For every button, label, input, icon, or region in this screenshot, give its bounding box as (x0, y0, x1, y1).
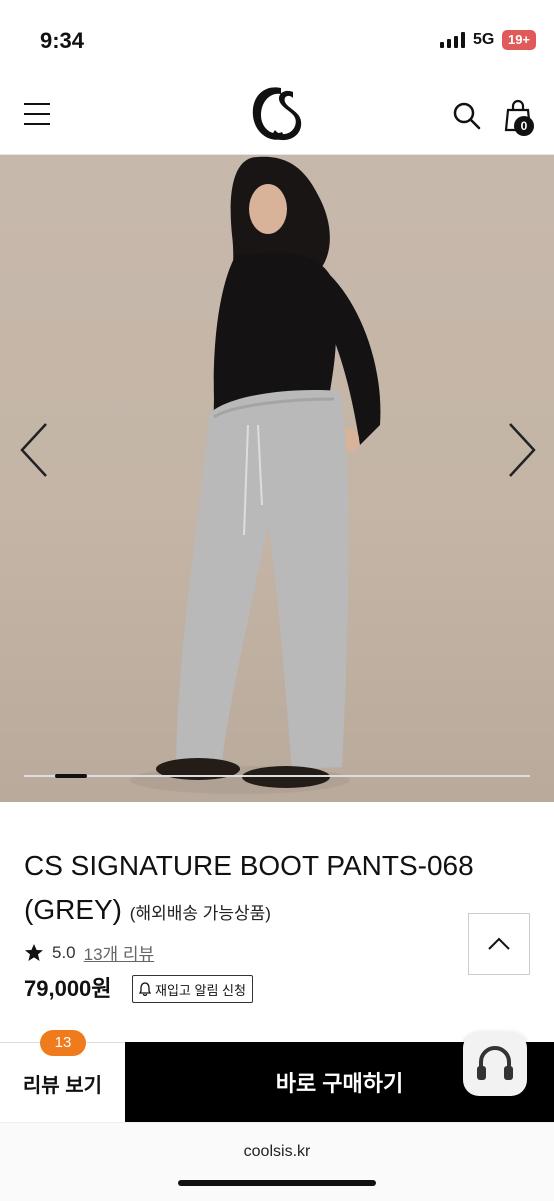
cs-logo[interactable] (245, 82, 307, 146)
product-title-line2: (GREY) (24, 894, 122, 925)
rating-row: 5.0 13개 리뷰 (24, 940, 154, 965)
restock-alert-label: 재입고 알림 신청 (155, 982, 246, 998)
battery-icon: 19+ (502, 30, 536, 50)
gallery-progress-track (24, 775, 530, 777)
review-view-label: 리뷰 보기 (22, 1074, 103, 1097)
cart-count-badge: 0 (514, 116, 534, 136)
status-time: 9:34 (40, 28, 85, 53)
rating-value: 5.0 (52, 942, 76, 962)
chevron-left-icon[interactable] (16, 420, 56, 480)
customer-support-button[interactable] (463, 1032, 527, 1096)
network-label: 5G (473, 31, 495, 48)
url-text: coolsis.kr (243, 1143, 311, 1160)
chevron-right-icon[interactable] (500, 420, 540, 480)
reviews-link[interactable]: 13개 리뷰 (84, 940, 155, 965)
shipping-note: (해외배송 가능상품) (129, 904, 271, 923)
bell-icon (139, 982, 151, 996)
scroll-to-top-button[interactable] (468, 913, 530, 975)
signal-icon (440, 32, 465, 48)
hamburger-menu-icon[interactable] (24, 103, 50, 125)
search-icon[interactable] (452, 101, 482, 131)
buy-now-label: 바로 구매하기 (275, 1071, 404, 1096)
model-photo (130, 156, 381, 794)
star-icon (25, 943, 43, 961)
product-image[interactable] (0, 155, 554, 802)
gallery-progress-indicator (55, 774, 87, 778)
restock-alert-button[interactable]: 재입고 알림 신청 (132, 975, 253, 1003)
product-price: 79,000원 (24, 976, 112, 1001)
review-count-badge: 13 (40, 1030, 86, 1056)
product-title-line1: CS SIGNATURE BOOT PANTS-068 (24, 850, 474, 881)
home-indicator[interactable] (178, 1180, 376, 1186)
product-title: CS SIGNATURE BOOT PANTS-068 (GREY) (해외배송… (24, 844, 534, 936)
headset-icon (477, 1046, 513, 1080)
browser-url-bar[interactable] (0, 1122, 554, 1201)
